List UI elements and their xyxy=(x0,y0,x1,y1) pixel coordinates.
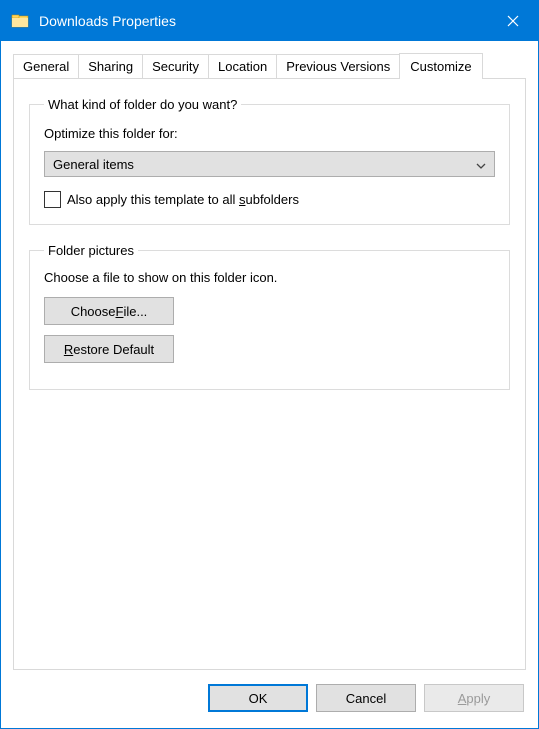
apply-subfolders-checkbox[interactable] xyxy=(44,191,61,208)
choose-file-button[interactable]: Choose File... xyxy=(44,297,174,325)
window-title: Downloads Properties xyxy=(39,13,488,29)
chevron-down-icon xyxy=(476,159,486,169)
apply-button: Apply xyxy=(424,684,524,712)
folder-kind-group: What kind of folder do you want? Optimiz… xyxy=(29,97,510,225)
folder-kind-legend: What kind of folder do you want? xyxy=(44,97,241,112)
tab-sharing[interactable]: Sharing xyxy=(78,54,143,78)
tab-general[interactable]: General xyxy=(13,54,79,78)
folder-icon xyxy=(11,12,29,30)
tab-previous-versions[interactable]: Previous Versions xyxy=(276,54,400,78)
folder-pictures-group: Folder pictures Choose a file to show on… xyxy=(29,243,510,390)
tab-security[interactable]: Security xyxy=(142,54,209,78)
close-icon xyxy=(507,15,519,27)
tab-strip: General Sharing Security Location Previo… xyxy=(13,53,526,78)
optimize-dropdown-value: General items xyxy=(53,157,134,172)
folder-pictures-legend: Folder pictures xyxy=(44,243,138,258)
ok-button[interactable]: OK xyxy=(208,684,308,712)
optimize-label: Optimize this folder for: xyxy=(44,126,495,141)
tab-location[interactable]: Location xyxy=(208,54,277,78)
tab-customize[interactable]: Customize xyxy=(399,53,482,79)
close-button[interactable] xyxy=(488,1,538,41)
restore-default-button[interactable]: Restore Default xyxy=(44,335,174,363)
folder-pictures-desc: Choose a file to show on this folder ico… xyxy=(44,270,495,285)
optimize-dropdown[interactable]: General items xyxy=(44,151,495,177)
tab-panel-customize: What kind of folder do you want? Optimiz… xyxy=(13,78,526,670)
dialog-content: General Sharing Security Location Previo… xyxy=(1,41,538,670)
cancel-button[interactable]: Cancel xyxy=(316,684,416,712)
apply-subfolders-row: Also apply this template to all subfolde… xyxy=(44,191,495,208)
dialog-footer: OK Cancel Apply xyxy=(1,670,538,728)
apply-subfolders-label[interactable]: Also apply this template to all subfolde… xyxy=(67,192,299,207)
titlebar: Downloads Properties xyxy=(1,1,538,41)
